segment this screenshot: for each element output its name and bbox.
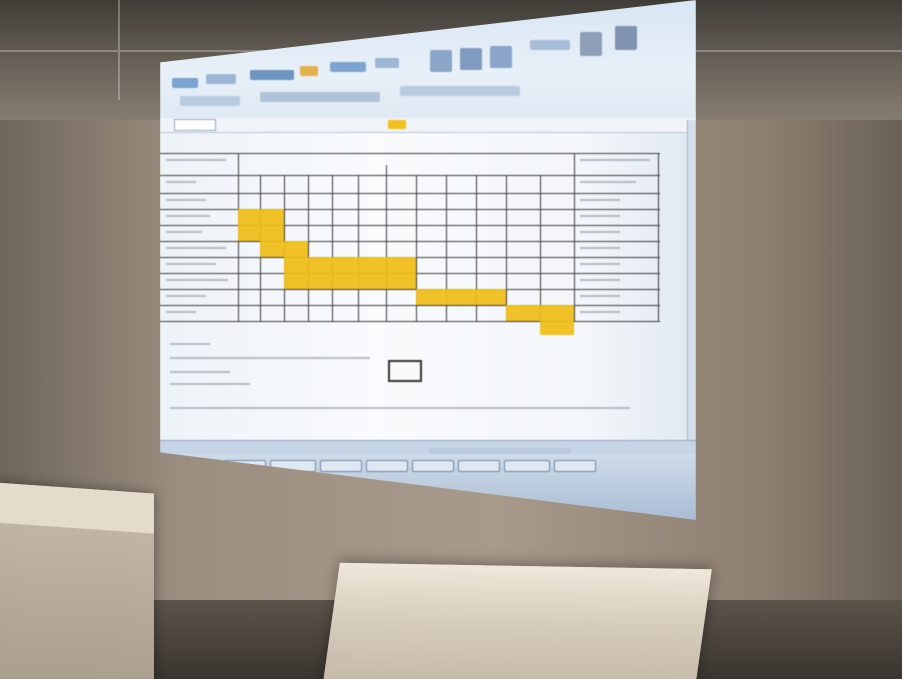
gantt-bar (284, 273, 416, 289)
gantt-bar (540, 321, 574, 335)
grid-line (308, 175, 309, 321)
taskbar-item (366, 460, 408, 472)
grid-line (160, 193, 660, 194)
grid-line (506, 175, 507, 321)
grid-line (658, 153, 659, 321)
grid-line (574, 153, 575, 321)
ribbon-icon (180, 96, 240, 106)
grid-line (160, 209, 660, 210)
gantt-bar (506, 305, 574, 321)
taskbar-item (458, 460, 500, 472)
grid-line (160, 305, 660, 306)
ribbon-icon (330, 62, 366, 72)
right-desk (320, 562, 712, 679)
selected-cell (388, 360, 422, 382)
photo-scene (0, 0, 902, 679)
ribbon-icon (580, 32, 602, 56)
grid-line (160, 289, 660, 290)
grid-line (160, 153, 660, 154)
ribbon-icon (206, 74, 236, 84)
name-box (174, 119, 216, 131)
grid-line (332, 175, 333, 321)
vertical-scrollbar (687, 120, 696, 450)
sheet-tabs (160, 440, 696, 455)
ribbon-icon (615, 26, 637, 50)
ribbon-icon (300, 66, 318, 76)
grid-line (160, 175, 660, 176)
grid-line (160, 321, 660, 322)
ribbon-icon (490, 46, 512, 68)
grid-line (540, 175, 541, 321)
taskbar-item (504, 460, 550, 472)
ribbon-icon (260, 92, 380, 102)
gantt-bar (260, 241, 308, 257)
projected-spreadsheet (160, 0, 696, 520)
taskbar-item (320, 460, 362, 472)
taskbar-item (554, 460, 596, 472)
gantt-bar (284, 257, 416, 273)
gantt-grid (160, 135, 696, 465)
active-cell-indicator (388, 120, 406, 129)
grid-line (160, 225, 660, 226)
ribbon-icon (530, 40, 570, 50)
gantt-bar (238, 209, 284, 225)
gantt-bar (416, 289, 506, 305)
ribbon-icon (460, 48, 482, 70)
gantt-bar (238, 225, 284, 241)
ribbon-icon (172, 78, 198, 88)
grid-line (160, 241, 660, 242)
formula-bar (160, 118, 696, 133)
ribbon-icon (250, 70, 294, 80)
taskbar-item (412, 460, 454, 472)
ribbon-icon (430, 50, 452, 72)
ribbon-icon (400, 86, 520, 96)
grid-line (358, 175, 359, 321)
grid-line (386, 165, 387, 321)
ribbon-icon (375, 58, 399, 68)
